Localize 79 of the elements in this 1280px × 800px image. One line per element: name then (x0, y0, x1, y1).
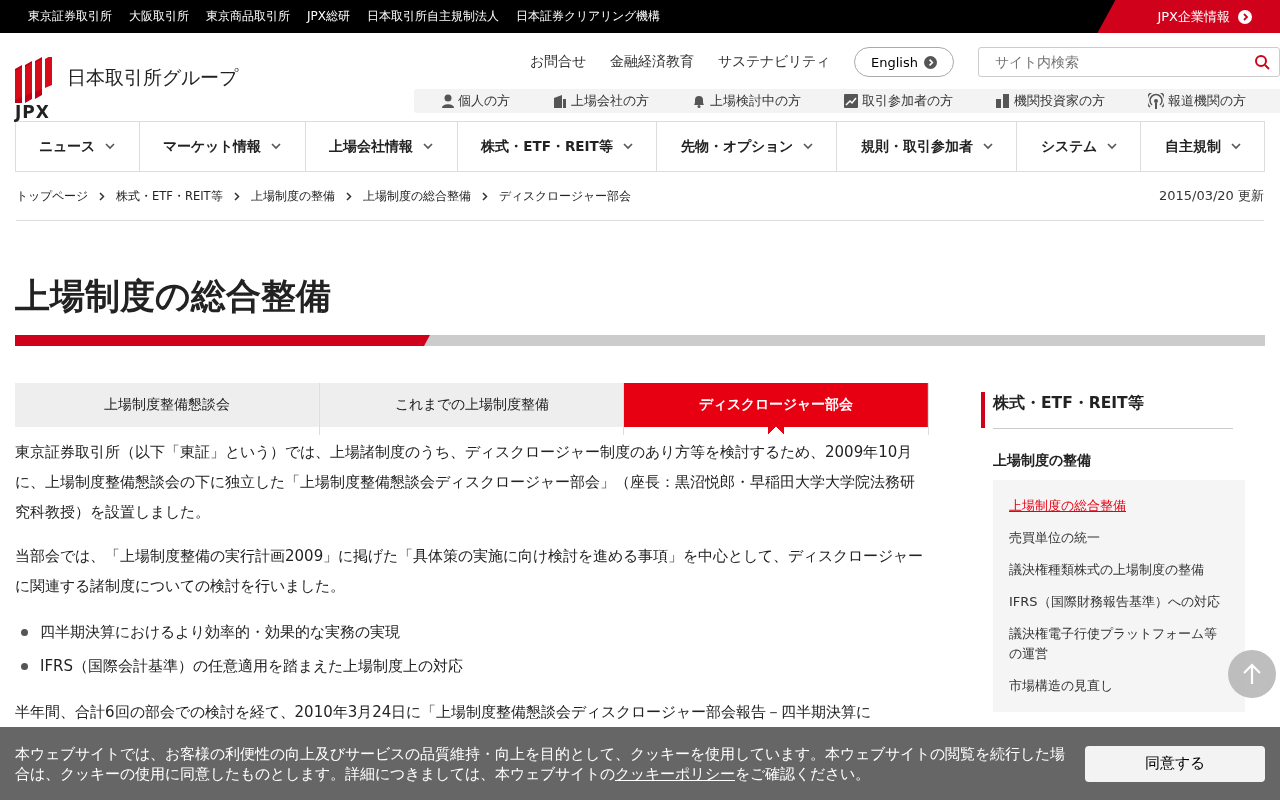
sidebar-item[interactable]: 市場構造の見直し (1009, 670, 1229, 702)
sidebar-heading: 株式・ETF・REIT等 (981, 392, 1245, 428)
chevron-circle-icon (1238, 9, 1252, 24)
breadcrumb-link[interactable]: ディスクロージャー部会 (498, 188, 631, 204)
bullet-icon (21, 662, 28, 670)
audience-link[interactable]: 上場会社の方 (553, 92, 649, 110)
accept-button[interactable]: 同意する (1085, 745, 1265, 782)
language-button[interactable]: English (854, 47, 954, 77)
audience-link[interactable]: 機関投資家の方 (996, 92, 1105, 110)
chevron-down-icon (423, 143, 434, 150)
chevron-right-icon (345, 191, 352, 201)
group-site-link[interactable]: 大阪取引所 (129, 8, 189, 25)
audience-link[interactable]: 報道機関の方 (1148, 92, 1246, 110)
utility-link[interactable]: お問合せ (530, 53, 587, 71)
paragraph: 当部会では、「上場制度整備の実行計画2009」に掲げた「具体策の実施に向け検討を進める事項」を中心として、ディスクロージャーに関連する諸制度についての検討を行いました。 (15, 546, 925, 597)
sidebar-item[interactable]: 売買単位の統一 (1009, 522, 1229, 554)
tab[interactable]: これまでの上場制度整備 (319, 383, 625, 435)
main-nav-item[interactable]: ニュース (15, 122, 139, 171)
list-item: 四半期決算におけるより効率的・効果的な実務の実現 (40, 622, 400, 643)
group-site-link[interactable]: JPX総研 (307, 8, 350, 25)
sidebar-item[interactable]: IFRS（国際財務報告基準）への対応 (1009, 586, 1229, 618)
cookie-notice-text: 本ウェブサイトでは、お客様の利便性の向上及びサービスの品質維持・向上を目的として、クッキーを使用しています。本ウェブサイトの閲覧を続行した場合は、クッキーの使用に同意したものとします。詳細につきましては、本ウェブサイトのクッキーポリシーをご確認ください。 (15, 743, 1066, 784)
chevron-down-icon (1230, 143, 1241, 150)
main-nav-item[interactable]: 株式・ETF・REIT等 (456, 122, 657, 171)
bullet-icon (21, 628, 28, 636)
breadcrumb-link[interactable]: 上場制度の整備 (250, 188, 335, 204)
corporate-info-link[interactable]: JPX企業情報 (1097, 0, 1280, 33)
line-chart-icon (844, 94, 858, 108)
group-site-link[interactable]: 東京証券取引所 (28, 8, 112, 25)
group-site-link[interactable]: 日本取引所自主規制法人 (367, 8, 499, 25)
chevron-down-icon (105, 143, 116, 150)
chevron-right-icon (481, 191, 488, 201)
breadcrumb-link[interactable]: トップページ (16, 188, 88, 204)
breadcrumb-link[interactable]: 上場制度の総合整備 (362, 188, 471, 204)
chevron-right-icon (99, 191, 105, 201)
chevron-circle-icon (924, 55, 937, 69)
search-icon[interactable] (1254, 54, 1270, 70)
updated-date: 2015/03/20 更新 (1158, 187, 1264, 205)
main-nav-item[interactable]: マーケット情報 (138, 122, 305, 171)
sidebar-item[interactable]: 上場制度の総合整備 (1009, 490, 1229, 522)
paragraph: 半年間、合計6回の部会での検討を経て、2010年3月24日に「上場制度整備懇談会ディスクロージャー部会報告－四半期決算に (15, 702, 873, 723)
page-title: 上場制度の総合整備 (15, 275, 332, 318)
chevron-down-icon (982, 143, 993, 150)
sidebar-item[interactable]: 議決権電子行使プラットフォーム等の運営 (1009, 618, 1229, 670)
paragraph: 東京証券取引所（以下「東証」という）では、上場諸制度のうち、ディスクロージャー制度のあり方等を検討するため、2009年10月に、上場制度整備懇談会の下に独立した「上場制度整備懇談会ディスクロージャー部会」（座長：黒沼悦郎・早稲田大学大学院法務研究科教授）を設置しました。 (15, 442, 916, 523)
main-nav-item[interactable]: システム (1016, 122, 1141, 171)
chevron-right-icon (233, 191, 240, 201)
chevron-down-icon (1106, 143, 1117, 150)
group-site-link[interactable]: 日本証券クリアリング機構 (516, 8, 660, 25)
list-item: IFRS（国際会計基準）の任意適用を踏まえた上場制度上の対応 (40, 656, 463, 677)
group-site-link[interactable]: 東京商品取引所 (206, 8, 290, 25)
chevron-down-icon (271, 143, 282, 150)
cookie-policy-link[interactable]: クッキーポリシー (615, 764, 735, 783)
tab[interactable]: ディスクロージャー部会 (624, 383, 929, 435)
person-icon (442, 94, 454, 108)
audience-link[interactable]: 個人の方 (442, 92, 510, 110)
utility-link[interactable]: 金融経済教育 (610, 53, 695, 71)
chevron-down-icon (802, 143, 813, 150)
tab[interactable]: 上場制度整備懇談会 (15, 383, 320, 435)
main-nav-item[interactable]: 先物・オプション (656, 122, 837, 171)
audience-link[interactable]: 取引参加者の方 (844, 92, 953, 110)
main-nav-item[interactable]: 自主規制 (1140, 122, 1265, 171)
bell-icon (692, 94, 706, 108)
logo-stripes-icon (15, 57, 55, 103)
building-icon (553, 94, 567, 108)
logo-mark-text: JPX (15, 103, 50, 121)
devices-icon (996, 94, 1010, 108)
chevron-down-icon (622, 143, 633, 150)
sidebar-item[interactable]: 議決権種類株式の上場制度の整備 (1009, 554, 1229, 586)
sidebar-section-link[interactable]: 上場制度の整備 (993, 452, 1245, 470)
logo-text: 日本取引所グループ (67, 65, 238, 90)
broadcast-icon (1148, 93, 1164, 109)
arrow-up-icon (1242, 663, 1262, 685)
breadcrumb-link[interactable]: 株式・ETF・REIT等 (116, 188, 223, 204)
main-nav-item[interactable]: 上場会社情報 (304, 122, 457, 171)
main-nav-item[interactable]: 規則・取引参加者 (836, 122, 1017, 171)
search-field[interactable]: サイト内検索 (978, 47, 1280, 77)
audience-link[interactable]: 上場検討中の方 (692, 92, 801, 110)
utility-link[interactable]: サステナビリティ (718, 53, 831, 71)
